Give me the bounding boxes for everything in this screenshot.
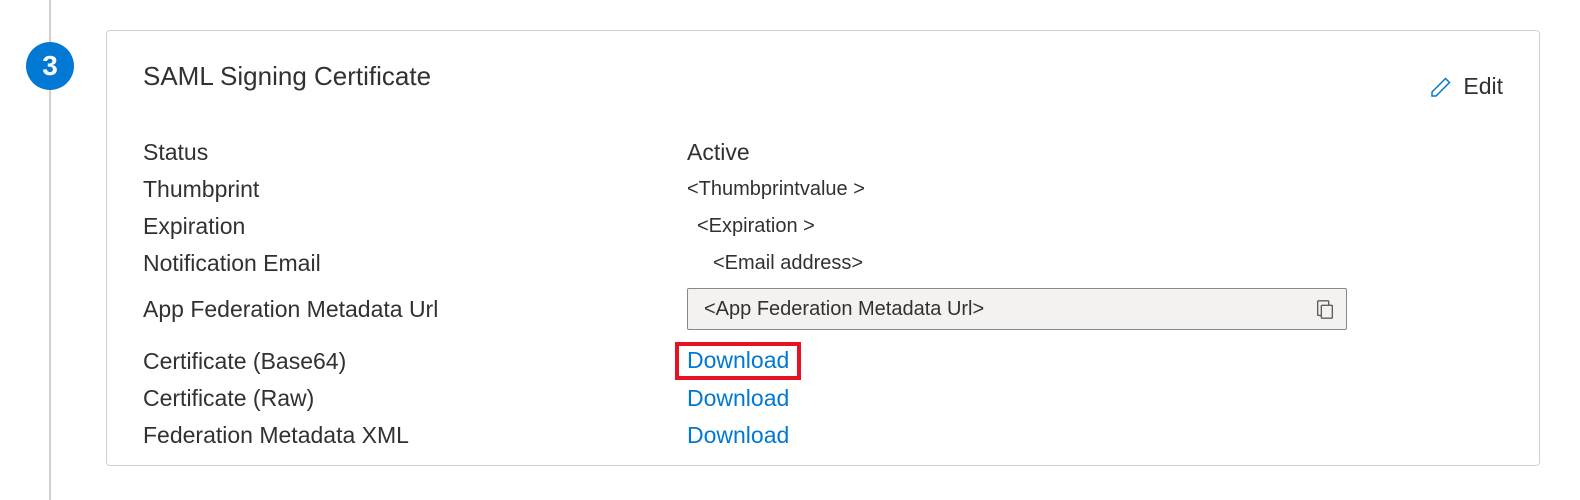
row-federation-xml: Federation Metadata XML Download <box>143 417 1503 454</box>
row-cert-raw: Certificate (Raw) Download <box>143 380 1503 417</box>
label-cert-base64: Certificate (Base64) <box>143 348 687 375</box>
row-thumbprint: Thumbprint <Thumbprintvalue > <box>143 171 1503 208</box>
card-title: SAML Signing Certificate <box>143 61 431 92</box>
row-expiration: Expiration <Expiration > <box>143 208 1503 245</box>
label-notification-email: Notification Email <box>143 250 687 277</box>
step-number-badge: 3 <box>26 42 74 90</box>
edit-label: Edit <box>1463 73 1503 100</box>
download-cert-raw-link[interactable]: Download <box>687 385 789 412</box>
value-status: Active <box>687 139 750 166</box>
card-header: SAML Signing Certificate Edit <box>143 61 1503 100</box>
row-status: Status Active <box>143 134 1503 171</box>
value-notification-email: <Email address> <box>713 252 863 275</box>
edit-button[interactable]: Edit <box>1429 61 1503 100</box>
step-number: 3 <box>42 50 58 82</box>
label-federation-url: App Federation Metadata Url <box>143 296 687 323</box>
label-thumbprint: Thumbprint <box>143 176 687 203</box>
saml-signing-certificate-card: SAML Signing Certificate Edit Status Act… <box>106 30 1540 466</box>
federation-url-value: <App Federation Metadata Url> <box>704 298 1314 321</box>
copy-icon[interactable] <box>1314 298 1336 320</box>
value-expiration: <Expiration > <box>697 215 815 238</box>
label-cert-raw: Certificate (Raw) <box>143 385 687 412</box>
download-federation-xml-link[interactable]: Download <box>687 422 789 449</box>
label-status: Status <box>143 139 687 166</box>
row-federation-url: App Federation Metadata Url <App Federat… <box>143 288 1503 330</box>
field-rows: Status Active Thumbprint <Thumbprintvalu… <box>143 134 1503 454</box>
download-cert-base64-link[interactable]: Download <box>675 342 801 380</box>
federation-url-field[interactable]: <App Federation Metadata Url> <box>687 288 1347 330</box>
label-federation-xml: Federation Metadata XML <box>143 422 687 449</box>
row-cert-base64: Certificate (Base64) Download <box>143 342 1503 380</box>
pencil-icon <box>1429 75 1453 99</box>
value-thumbprint: <Thumbprintvalue > <box>687 178 865 201</box>
label-expiration: Expiration <box>143 213 687 240</box>
row-notification-email: Notification Email <Email address> <box>143 245 1503 282</box>
